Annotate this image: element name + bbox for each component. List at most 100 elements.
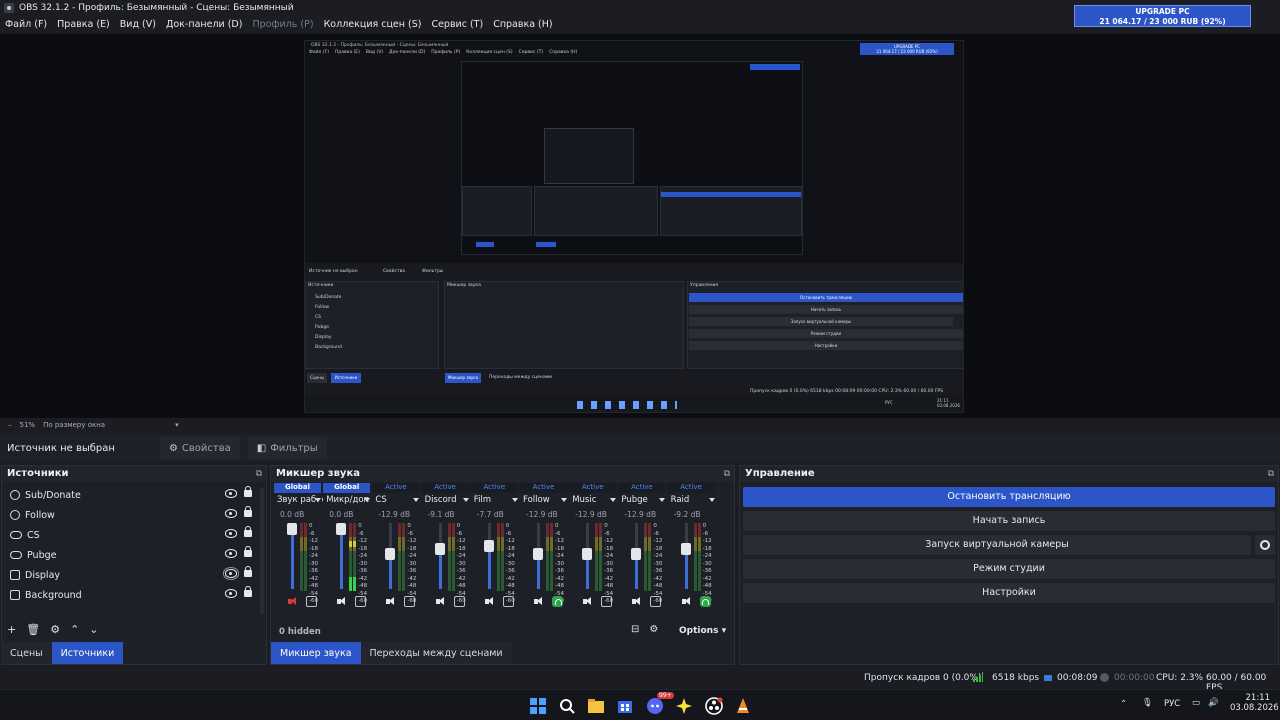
windows-start-icon[interactable] bbox=[529, 697, 547, 715]
volume-slider[interactable] bbox=[684, 523, 688, 589]
volume-slider[interactable] bbox=[438, 523, 442, 589]
channel-name-dropdown[interactable]: Raid bbox=[671, 495, 717, 505]
tray-chevron-icon[interactable]: ⌃ bbox=[1120, 699, 1127, 709]
source-item[interactable]: Sub/Donate bbox=[2, 485, 264, 505]
lock-icon[interactable] bbox=[244, 566, 252, 577]
move-up-icon[interactable]: ⌃ bbox=[70, 623, 79, 636]
move-down-icon[interactable]: ⌄ bbox=[89, 623, 98, 636]
lock-icon[interactable] bbox=[244, 486, 252, 497]
tab-scene-transitions[interactable]: Переходы между сценами bbox=[360, 642, 512, 664]
menu-tools[interactable]: Сервис (T) bbox=[431, 19, 483, 30]
channel-name-dropdown[interactable]: Звук раб. стола bbox=[277, 495, 323, 505]
volume-slider-handle[interactable] bbox=[533, 547, 543, 560]
channel-name-dropdown[interactable]: Микр/доп bbox=[326, 495, 372, 505]
settings-button[interactable]: Настройки bbox=[743, 583, 1275, 603]
volume-slider-handle[interactable] bbox=[483, 540, 494, 553]
properties-button[interactable]: ⚙ Свойства bbox=[159, 437, 240, 459]
lock-icon[interactable] bbox=[244, 526, 252, 537]
volume-slider-handle[interactable] bbox=[680, 542, 691, 555]
app-icon[interactable] bbox=[675, 697, 693, 715]
monitor-toggle-icon[interactable] bbox=[650, 596, 662, 607]
source-item[interactable]: CS bbox=[2, 525, 264, 545]
zoom-level[interactable]: 51% bbox=[20, 421, 36, 429]
volume-slider-handle[interactable] bbox=[385, 547, 396, 560]
muted-speaker-icon[interactable] bbox=[288, 597, 298, 606]
stop-streaming-button[interactable]: Остановить трансляцию bbox=[743, 487, 1275, 507]
menu-edit[interactable]: Правка (E) bbox=[57, 19, 110, 30]
virtual-camera-settings-icon[interactable] bbox=[1255, 535, 1275, 555]
lock-icon[interactable] bbox=[244, 506, 252, 517]
source-item[interactable]: Background bbox=[2, 585, 264, 605]
channel-name-dropdown[interactable]: Discord bbox=[425, 495, 471, 505]
volume-slider-handle[interactable] bbox=[582, 547, 593, 560]
menu-help[interactable]: Справка (H) bbox=[493, 19, 552, 30]
visibility-eye-icon[interactable] bbox=[225, 589, 237, 598]
zoom-minus-icon[interactable]: – bbox=[8, 421, 12, 429]
filters-button[interactable]: ◧ Фильтры bbox=[247, 437, 327, 459]
source-item[interactable]: Follow bbox=[2, 505, 264, 525]
stream-preview[interactable]: OBS 32.1.2 - Профиль: Безымянный - Сцены… bbox=[304, 40, 964, 413]
visibility-eye-icon[interactable] bbox=[225, 549, 237, 558]
speaker-icon[interactable] bbox=[386, 597, 396, 606]
undock-icon[interactable]: ⧉ bbox=[724, 466, 730, 482]
options-dropdown[interactable]: Options ▾ bbox=[679, 626, 726, 636]
microphone-icon[interactable]: 🎙 bbox=[1142, 698, 1153, 708]
visibility-eye-icon[interactable] bbox=[225, 529, 237, 538]
source-item[interactable]: Display bbox=[2, 565, 264, 585]
store-icon[interactable] bbox=[616, 697, 634, 715]
speaker-icon[interactable] bbox=[583, 597, 593, 606]
speaker-icon[interactable] bbox=[534, 597, 544, 606]
volume-slider-handle[interactable] bbox=[631, 547, 642, 560]
language-indicator[interactable]: РУС bbox=[1164, 699, 1180, 709]
obs-taskbar-icon[interactable] bbox=[705, 697, 723, 715]
zoom-mode-select[interactable]: По размеру окна bbox=[43, 421, 105, 429]
volume-slider-handle[interactable] bbox=[434, 542, 445, 555]
channel-name-dropdown[interactable]: Film bbox=[474, 495, 520, 505]
menu-profile[interactable]: Профиль (P) bbox=[252, 19, 313, 30]
lock-icon[interactable] bbox=[244, 586, 252, 597]
tab-scenes[interactable]: Сцены bbox=[1, 642, 52, 664]
speaker-icon[interactable] bbox=[681, 597, 692, 606]
sources-scrollbar[interactable] bbox=[260, 488, 264, 614]
monitor-toggle-icon[interactable] bbox=[502, 596, 514, 607]
undock-icon[interactable]: ⧉ bbox=[256, 466, 262, 482]
start-recording-button[interactable]: Начать запись bbox=[743, 511, 1275, 531]
studio-mode-button[interactable]: Режим студии bbox=[743, 559, 1275, 579]
undock-icon[interactable]: ⧉ bbox=[1268, 466, 1274, 482]
remove-source-icon[interactable]: 🗑 bbox=[26, 623, 40, 636]
tab-audio-mixer[interactable]: Микшер звука bbox=[271, 642, 361, 664]
channel-name-dropdown[interactable]: CS bbox=[375, 495, 421, 505]
monitor-toggle-icon[interactable] bbox=[453, 596, 465, 607]
monitor-toggle-icon[interactable] bbox=[355, 596, 367, 607]
speaker-icon[interactable] bbox=[337, 597, 347, 606]
menu-file[interactable]: Файл (F) bbox=[5, 19, 47, 30]
gear-icon[interactable]: ⚙ bbox=[50, 623, 60, 636]
network-icon[interactable]: ▭ bbox=[1192, 698, 1200, 708]
discord-icon[interactable]: 99+ bbox=[646, 692, 674, 715]
tab-sources[interactable]: Источники bbox=[51, 642, 124, 664]
chevron-down-icon[interactable]: ▾ bbox=[175, 421, 179, 429]
lock-icon[interactable] bbox=[244, 546, 252, 557]
visibility-eye-icon[interactable] bbox=[223, 567, 239, 580]
volume-slider-handle[interactable] bbox=[287, 523, 297, 535]
speaker-icon[interactable] bbox=[435, 597, 446, 606]
add-source-icon[interactable]: + bbox=[7, 623, 16, 636]
speaker-icon[interactable] bbox=[484, 597, 495, 606]
menu-scene-collection[interactable]: Коллекция сцен (S) bbox=[324, 19, 422, 30]
monitor-toggle-icon[interactable] bbox=[404, 596, 416, 607]
source-item[interactable]: Pubge bbox=[2, 545, 264, 565]
channel-name-dropdown[interactable]: Follow bbox=[523, 495, 569, 505]
start-virtual-camera-button[interactable]: Запуск виртуальной камеры bbox=[743, 535, 1251, 555]
monitor-toggle-icon[interactable] bbox=[601, 596, 613, 607]
volume-icon[interactable]: 🔊 bbox=[1208, 698, 1219, 708]
vlc-icon[interactable] bbox=[734, 697, 752, 715]
volume-slider-handle[interactable] bbox=[336, 523, 347, 535]
file-explorer-icon[interactable] bbox=[587, 697, 605, 715]
layout-icon[interactable]: ⊟ bbox=[631, 624, 639, 635]
volume-slider[interactable] bbox=[487, 523, 491, 589]
menu-view[interactable]: Вид (V) bbox=[120, 19, 156, 30]
mixer-settings-icon[interactable]: ⚙ bbox=[649, 624, 658, 635]
channel-name-dropdown[interactable]: Pubge bbox=[621, 495, 667, 505]
headphones-monitor-icon[interactable] bbox=[699, 596, 711, 607]
speaker-icon[interactable] bbox=[632, 597, 642, 606]
